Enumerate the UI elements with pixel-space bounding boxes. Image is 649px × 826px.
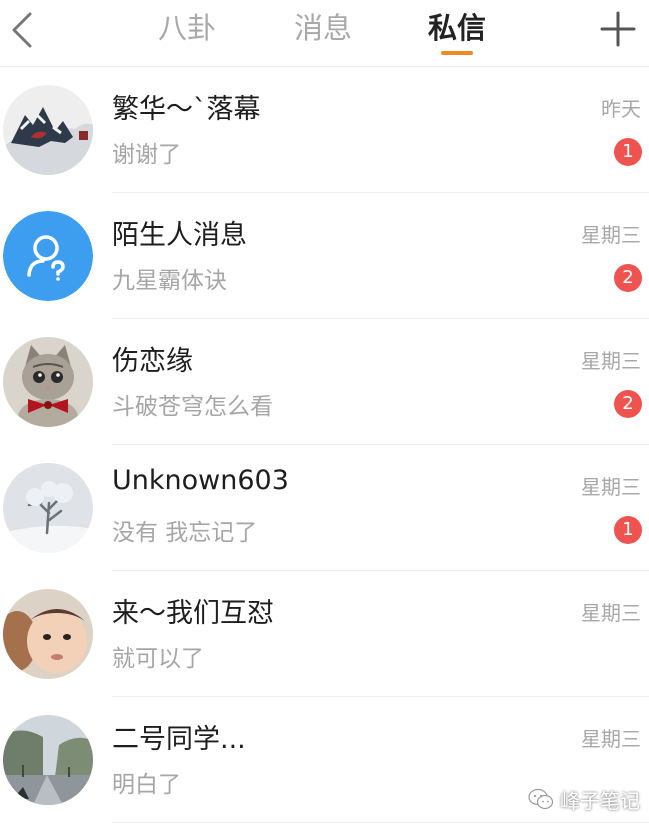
tab-messages[interactable]: 消息: [288, 8, 358, 52]
message-preview: 没有 我忘记了: [112, 520, 258, 546]
winter-tree-avatar[interactable]: [3, 463, 93, 553]
chevron-left-icon: [12, 12, 32, 48]
back-button[interactable]: [6, 10, 40, 50]
road-trees-avatar[interactable]: [3, 715, 93, 805]
message-time: 星期三: [581, 727, 641, 751]
wechat-logo-icon: [528, 788, 554, 810]
contact-name: 繁华～`落幕: [112, 94, 261, 125]
message-preview: 就可以了: [112, 646, 204, 672]
active-tab-indicator: [441, 51, 473, 55]
contact-name: 二号同学...: [112, 724, 246, 755]
message-preview: 九星霸体诀: [112, 268, 227, 294]
message-time: 星期三: [581, 475, 641, 499]
unread-badge: 2: [614, 264, 642, 292]
message-time: 星期三: [581, 223, 641, 247]
watermark: 峰子笔记: [528, 784, 640, 814]
message-preview: 斗破苍穹怎么看: [112, 394, 273, 420]
contact-name: 来～我们互怼: [112, 598, 274, 629]
ink-painting-avatar[interactable]: [3, 85, 93, 175]
stranger-avatar[interactable]: [3, 211, 93, 301]
message-time: 星期三: [581, 601, 641, 625]
unread-badge: 2: [614, 390, 642, 418]
plus-icon: [600, 11, 636, 47]
conversation-row[interactable]: 繁华～`落幕 谢谢了 昨天 1: [0, 67, 649, 193]
message-time: 星期三: [581, 349, 641, 373]
kitten-avatar[interactable]: [3, 337, 93, 427]
conversation-row[interactable]: 来～我们互怼 就可以了 星期三: [0, 571, 649, 697]
unread-badge: 1: [614, 138, 642, 166]
contact-name: 伤恋缘: [112, 346, 193, 377]
contact-name: 陌生人消息: [112, 220, 247, 251]
unread-badge: 1: [614, 516, 642, 544]
tab-private-messages[interactable]: 私信: [422, 8, 492, 52]
message-time: 昨天: [601, 97, 641, 121]
contact-name: Unknown603: [112, 465, 289, 496]
conversation-row[interactable]: Unknown603 没有 我忘记了 星期三 1: [0, 445, 649, 571]
top-navigation-bar: 八卦 消息 私信: [0, 0, 649, 67]
conversation-row[interactable]: 伤恋缘 斗破苍穹怎么看 星期三 2: [0, 319, 649, 445]
message-preview: 谢谢了: [112, 142, 181, 168]
tab-gossip[interactable]: 八卦: [152, 8, 222, 52]
add-button[interactable]: [598, 9, 638, 49]
conversation-row[interactable]: 陌生人消息 九星霸体诀 星期三 2: [0, 193, 649, 319]
row-divider: [112, 822, 649, 823]
message-preview: 明白了: [112, 772, 181, 798]
watermark-text: 峰子笔记: [560, 788, 640, 813]
baby-photo-avatar[interactable]: [3, 589, 93, 679]
conversation-list: 繁华～`落幕 谢谢了 昨天 1 陌生人消息 九星霸体诀 星期三 2 伤恋缘 斗破…: [0, 67, 649, 823]
